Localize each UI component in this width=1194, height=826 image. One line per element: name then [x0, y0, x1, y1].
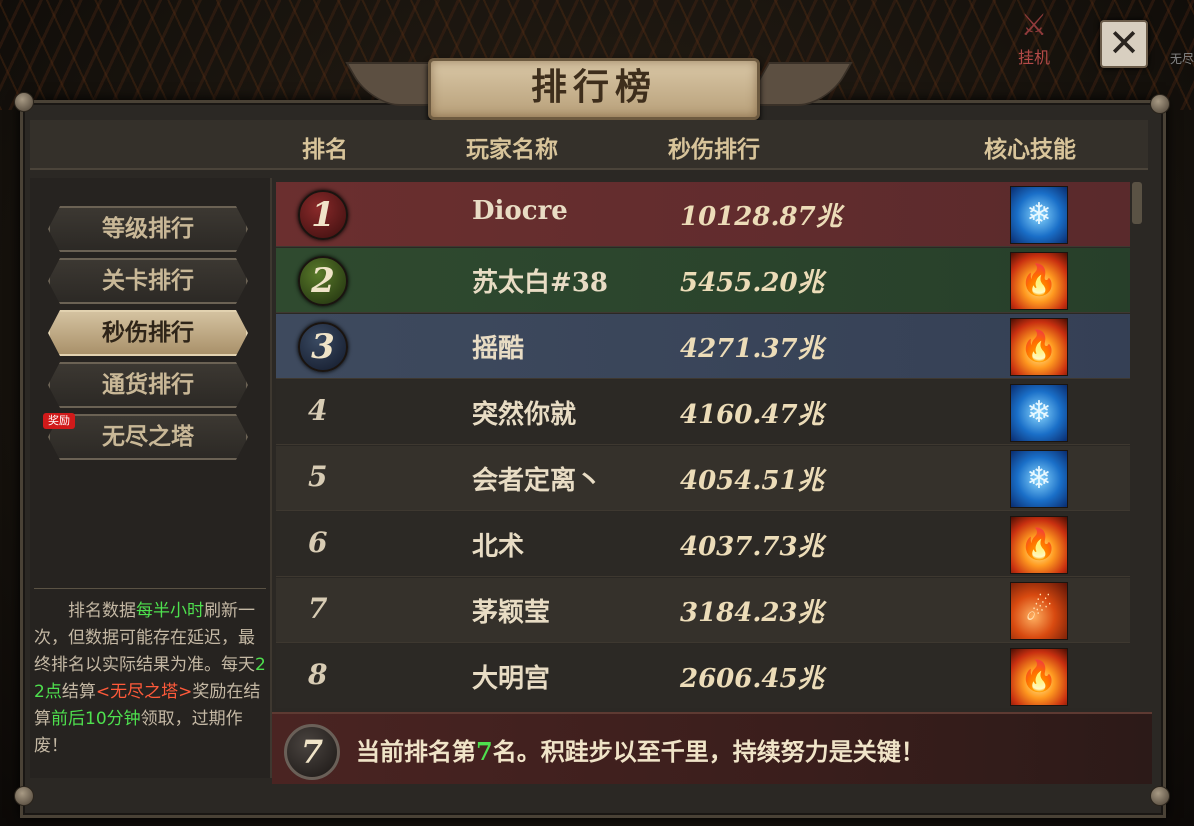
category-sidebar: 等级排行 关卡排行 秒伤排行 通货排行 无尽之塔 奖励 排名数据每半小时刷新一次… — [30, 178, 272, 778]
rank-number: 4 — [308, 394, 328, 427]
dps-value: 2606.45兆 — [680, 664, 824, 694]
player-name: Diocre — [472, 196, 568, 226]
snowflake-icon[interactable]: ❄ — [1010, 450, 1068, 508]
reward-badge: 奖励 — [43, 413, 75, 429]
frame-rivet-icon — [1150, 94, 1170, 114]
rank-number: 5 — [308, 460, 328, 493]
flame-icon[interactable]: 🔥 — [1010, 648, 1068, 706]
rank-number: 6 — [308, 526, 328, 559]
table-row[interactable]: 8 大明宫 2606.45兆 🔥 — [276, 644, 1130, 708]
table-row[interactable]: 4 突然你就 4160.47兆 ❄ — [276, 380, 1130, 445]
player-name: 苏太白#38 — [472, 268, 608, 298]
table-row[interactable]: 5 会者定离丶 4054.51兆 ❄ — [276, 446, 1130, 511]
player-name: 北术 — [472, 532, 525, 562]
crossed-swords-icon: ⚔ — [1020, 8, 1048, 43]
flame-icon[interactable]: 🔥 — [1010, 318, 1068, 376]
frame-rivet-icon — [1150, 786, 1170, 806]
refresh-info-text: 排名数据每半小时刷新一次，但数据可能存在延迟，最终排名以实际结果为准。每天22点… — [34, 601, 266, 756]
side-hint-label: 无尽 — [1170, 52, 1194, 66]
frame-rivet-icon — [14, 92, 34, 112]
player-name: 摇酷 — [472, 334, 525, 364]
dps-value: 4054.51兆 — [680, 466, 824, 496]
idle-label: 挂机 — [1017, 48, 1050, 67]
my-rank-text: 当前排名第7名。积跬步以至千里，持续努力是关键！ — [356, 737, 925, 766]
player-name: 突然你就 — [472, 400, 577, 430]
header-dps-rank: 秒伤排行 — [668, 136, 760, 163]
snowflake-icon[interactable]: ❄ — [1010, 186, 1068, 244]
my-rank-bar: 7 当前排名第7名。积跬步以至千里，持续努力是关键！ — [272, 712, 1152, 784]
dps-value: 10128.87兆 — [680, 202, 842, 232]
flame-icon[interactable]: 🔥 — [1010, 252, 1068, 310]
header-rank: 排名 — [302, 136, 348, 163]
table-row[interactable]: 3 摇酷 4271.37兆 🔥 — [276, 314, 1130, 379]
table-row[interactable]: 2 苏太白#38 5455.20兆 🔥 — [276, 248, 1130, 313]
list-scrollbar[interactable] — [1132, 182, 1142, 224]
tab-endless-tower[interactable]: 无尽之塔 — [48, 414, 248, 460]
flame-icon[interactable]: 🔥 — [1010, 516, 1068, 574]
rank-number: 8 — [308, 658, 328, 691]
header-player-name: 玩家名称 — [466, 136, 558, 163]
dps-value: 4160.47兆 — [680, 400, 824, 430]
tab-level-ranking[interactable]: 等级排行 — [48, 206, 248, 252]
dps-value: 4037.73兆 — [680, 532, 824, 562]
tab-currency-ranking[interactable]: 通货排行 — [48, 362, 248, 408]
tab-stage-ranking[interactable]: 关卡排行 — [48, 258, 248, 304]
idle-button[interactable]: ⚔ 挂机 — [1004, 8, 1064, 72]
divider — [34, 588, 266, 589]
rank-medal-gold: 1 — [298, 190, 348, 240]
my-rank-medal: 7 — [284, 724, 340, 780]
rank-medal-silver: 2 — [298, 256, 348, 306]
player-name: 会者定离丶 — [472, 466, 603, 496]
table-row[interactable]: 6 北术 4037.73兆 🔥 — [276, 512, 1130, 577]
meteor-icon[interactable]: ☄ — [1010, 582, 1068, 640]
table-row[interactable]: 1 Diocre 10128.87兆 ❄ — [276, 182, 1130, 247]
close-icon: ✕ — [1108, 21, 1140, 65]
frame-rivet-icon — [14, 786, 34, 806]
table-row[interactable]: 7 茅颖莹 3184.23兆 ☄ — [276, 578, 1130, 643]
tab-dps-ranking[interactable]: 秒伤排行 — [48, 310, 248, 356]
dps-value: 4271.37兆 — [680, 334, 824, 364]
page-title: 排行榜 — [428, 58, 760, 120]
column-header-bar: 排名 玩家名称 秒伤排行 核心技能 — [30, 120, 1148, 170]
snowflake-icon[interactable]: ❄ — [1010, 384, 1068, 442]
dps-value: 5455.20兆 — [680, 268, 824, 298]
header-core-skill: 核心技能 — [984, 136, 1076, 163]
player-name: 大明宫 — [472, 664, 551, 694]
rank-number: 7 — [308, 592, 328, 625]
dps-value: 3184.23兆 — [680, 598, 824, 628]
close-button[interactable]: ✕ — [1100, 20, 1148, 68]
player-name: 茅颖莹 — [472, 598, 551, 628]
ranking-list[interactable]: 1 Diocre 10128.87兆 ❄ 2 苏太白#38 5455.20兆 🔥… — [276, 180, 1130, 708]
rank-medal-bronze: 3 — [298, 322, 348, 372]
